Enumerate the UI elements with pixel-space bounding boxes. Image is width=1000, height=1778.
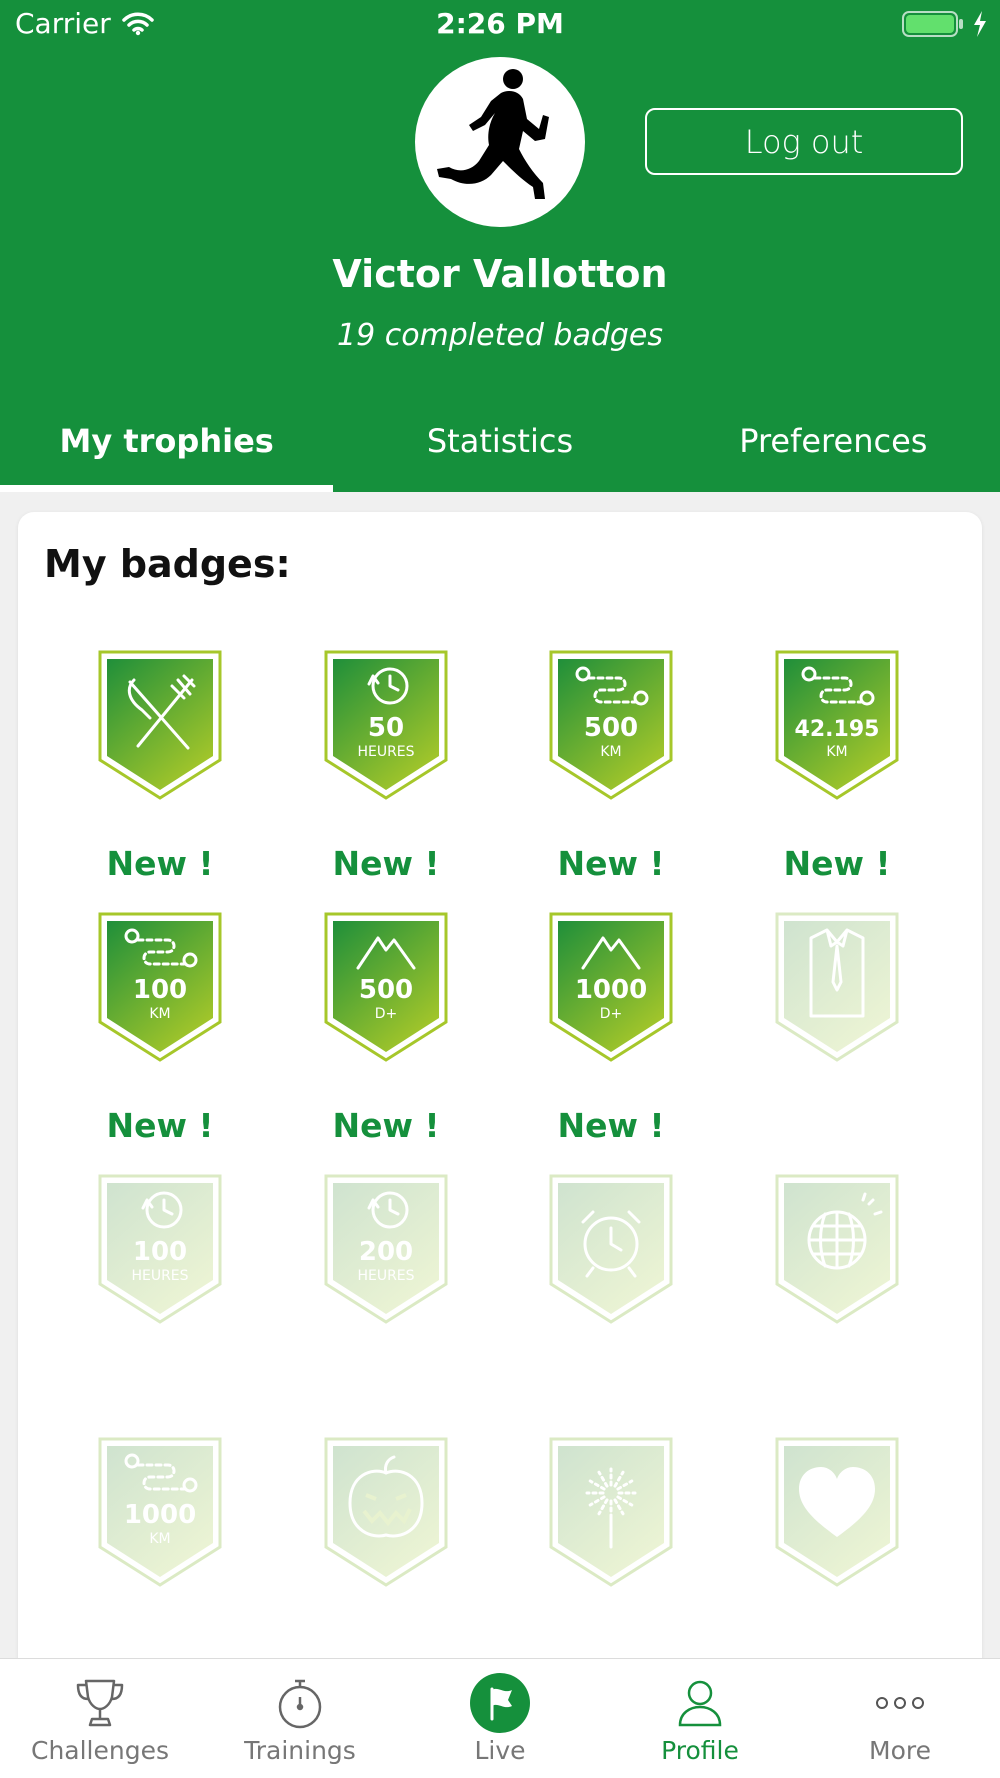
badge-value: 100 [133, 975, 187, 1005]
badge-item[interactable] [536, 1437, 686, 1687]
shirt-tie-icon [775, 912, 899, 1062]
badge-unit: HEURES [131, 1268, 188, 1284]
tabbar-label-profile: Profile [661, 1736, 739, 1765]
badge-value: 1000 [124, 1500, 196, 1530]
pumpkin-icon [324, 1437, 448, 1587]
badge-value: 42.195 [795, 717, 880, 742]
avatar[interactable] [415, 57, 585, 227]
badge-new-label: New ! [557, 1106, 665, 1145]
badge-unit: KM [600, 744, 621, 760]
clock-icon: 100HEURES [98, 1174, 222, 1324]
person-icon [678, 1680, 722, 1727]
badge-unit: KM [826, 744, 847, 760]
tabbar-item-challenges[interactable]: Challenges [0, 1659, 200, 1778]
tabbar-item-profile[interactable]: Profile [600, 1659, 800, 1778]
badge-item[interactable]: 100 KM New ! [85, 912, 235, 1162]
badge-new-label: New ! [106, 844, 214, 883]
tab-my-trophies[interactable]: My trophies [0, 410, 334, 492]
logout-button[interactable]: Log out [645, 108, 963, 175]
stopwatch-icon [278, 1679, 322, 1729]
tabbar-item-trainings[interactable]: Trainings [200, 1659, 400, 1778]
flag-icon [470, 1673, 530, 1733]
badge-new-label: New ! [332, 1106, 440, 1145]
clock-icon: 50HEURES [324, 650, 448, 800]
tabbar-label-live: Live [474, 1736, 526, 1765]
badge-item[interactable]: 100 HEURES [85, 1174, 235, 1424]
tab-statistics[interactable]: Statistics [333, 410, 666, 492]
badge-item[interactable]: New ! [85, 650, 235, 900]
badge-unit: HEURES [357, 1268, 414, 1284]
tab-preferences[interactable]: Preferences [667, 410, 1000, 492]
status-bar: Carrier 2:26 PM [0, 0, 1000, 50]
charging-icon [974, 11, 986, 37]
profile-header: Carrier 2:26 PM Log out Victor Vallotton… [0, 0, 1000, 492]
badge-new-label: New ! [783, 844, 891, 883]
route-icon: 500KM [549, 650, 673, 800]
tabbar-label-trainings: Trainings [244, 1736, 356, 1765]
badge-unit: KM [149, 1006, 170, 1022]
badge-item[interactable] [762, 1174, 912, 1424]
badge-value: 50 [368, 713, 404, 743]
tabbar-item-live[interactable]: Live [400, 1659, 600, 1778]
mountain-icon: 500D+ [324, 912, 448, 1062]
status-time: 2:26 PM [436, 7, 564, 40]
badge-unit: KM [149, 1531, 170, 1547]
badge-item[interactable]: 500 D+ New ! [311, 912, 461, 1162]
route-icon: 100KM [98, 912, 222, 1062]
tabbar-label-more: More [869, 1736, 931, 1765]
badge-item[interactable] [762, 1437, 912, 1687]
clock-icon: 200HEURES [324, 1174, 448, 1324]
badge-item[interactable]: 1000 D+ New ! [536, 912, 686, 1162]
route-icon: 1000KM [98, 1437, 222, 1587]
badge-new-label: New ! [332, 844, 440, 883]
badges-card: My badges: New ! 50 HEURES New ! 500 KM New ! 4… [18, 512, 982, 1778]
runner-icon [437, 69, 549, 199]
badge-value: 200 [359, 1237, 413, 1267]
badge-item[interactable] [311, 1437, 461, 1687]
badge-item[interactable]: 500 KM New ! [536, 650, 686, 900]
badge-item[interactable]: 1000 KM [85, 1437, 235, 1687]
battery-icon [902, 11, 963, 37]
badge-unit: D+ [375, 1006, 398, 1022]
profile-tabs: My trophies Statistics Preferences [0, 410, 1000, 492]
user-name: Victor Vallotton [332, 252, 668, 296]
fork-knife-icon [98, 650, 222, 800]
completed-badges-count: 19 completed badges [336, 318, 663, 353]
route-icon: 42.195 KM [775, 650, 899, 800]
badge-item[interactable]: 200 HEURES [311, 1174, 461, 1424]
badge-new-label: New ! [557, 844, 665, 883]
badge-item[interactable] [762, 912, 912, 1162]
badge-value: 500 [359, 975, 413, 1005]
disco-ball-icon [775, 1174, 899, 1324]
badges-title: My badges: [44, 542, 291, 586]
bottom-tab-bar: Challenges Trainings Live Profile More [0, 1658, 1000, 1778]
badge-value: 500 [584, 713, 638, 743]
fireworks-icon [549, 1437, 673, 1587]
badge-item[interactable]: 42.195 KM New ! [762, 650, 912, 900]
badge-unit: HEURES [357, 744, 414, 760]
trophy-icon [76, 1679, 124, 1727]
more-dots-icon [876, 1697, 924, 1709]
badge-unit: D+ [600, 1006, 623, 1022]
badge-new-label: New ! [106, 1106, 214, 1145]
mountain-icon: 1000D+ [549, 912, 673, 1062]
profile-screen: Carrier 2:26 PM Log out Victor Vallotton… [0, 0, 1000, 1778]
badge-value: 100 [133, 1237, 187, 1267]
badge-value: 1000 [575, 975, 647, 1005]
tabbar-label-challenges: Challenges [30, 1736, 169, 1765]
alarm-clock-icon [549, 1174, 673, 1324]
badge-item[interactable]: 50 HEURES New ! [311, 650, 461, 900]
heart-icon [775, 1437, 899, 1587]
tabbar-item-more[interactable]: More [800, 1659, 1000, 1778]
badge-item[interactable] [536, 1174, 686, 1424]
